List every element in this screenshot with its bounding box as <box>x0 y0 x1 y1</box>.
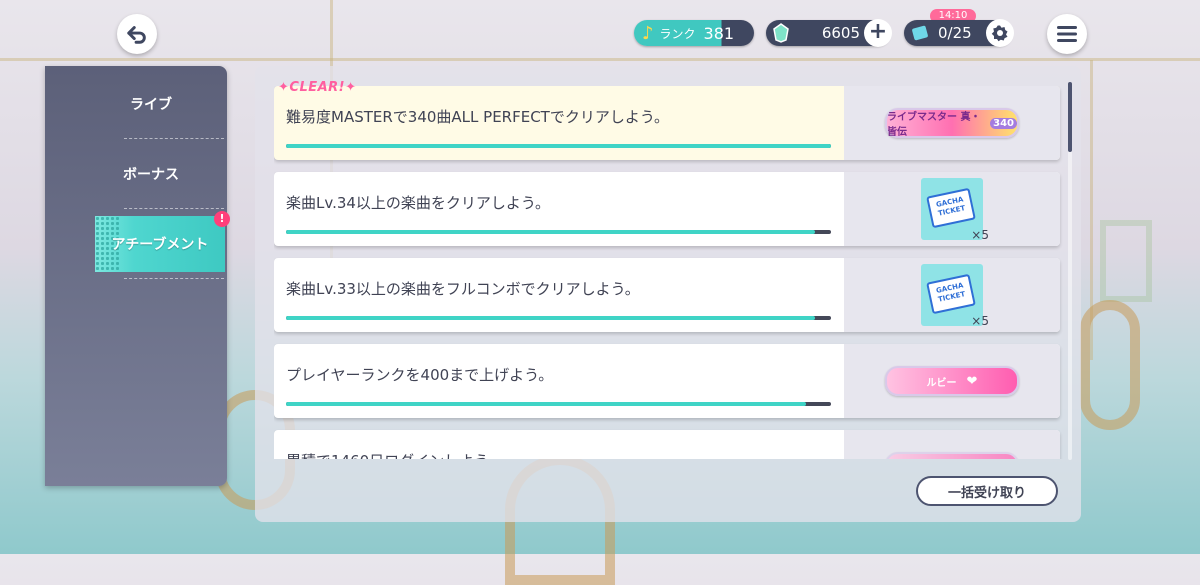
sidebar-item-achievement[interactable]: アチーブメント <box>95 216 225 272</box>
music-note-icon: ♪ <box>642 22 654 44</box>
progress-bar <box>286 144 831 148</box>
rank-label: ランク <box>659 26 696 41</box>
clear-label: CLEAR! <box>289 80 346 95</box>
progress-fill <box>286 144 831 148</box>
crystal-display: 6605 + <box>766 19 892 47</box>
reward-badge <box>885 452 1019 459</box>
claim-all-label: 一括受け取り <box>947 485 1026 501</box>
mission-row[interactable]: プレイヤーランクを400まで上げよう。 ルビー ❤ <box>274 344 1060 418</box>
reward-count: ×5 <box>971 228 989 242</box>
alert-badge: ! <box>214 211 230 227</box>
mission-row[interactable]: 累積で1460日ログインしよう。 <box>274 430 1060 459</box>
progress-fill <box>286 402 807 406</box>
settings-button[interactable] <box>986 19 1014 47</box>
claim-all-button[interactable]: 一括受け取り <box>916 476 1058 506</box>
progress-bar <box>286 316 831 320</box>
ticket-icon <box>912 25 928 41</box>
gear-icon <box>991 25 1008 42</box>
sidebar-item-label: ボーナス <box>123 167 179 183</box>
mission-list: 難易度MASTERで340曲ALL PERFECTでクリアしよう。 ライブマスタ… <box>274 86 1064 459</box>
divider <box>124 278 224 279</box>
hamburger-menu-icon <box>1057 26 1077 42</box>
clear-tag: ✦CLEAR!✦ <box>278 80 357 95</box>
plus-icon: + <box>868 19 888 44</box>
reward-count: ×5 <box>971 314 989 328</box>
mission-text: 難易度MASTERで340曲ALL PERFECTでクリアしよう。 <box>286 108 669 126</box>
crystal-count: 6605 <box>821 24 860 42</box>
reward-slot: GACHA TICKET ×5 <box>844 258 1060 332</box>
ticket-card: GACHA TICKET <box>926 187 976 229</box>
sidebar-item-label: アチーブメント <box>111 237 209 253</box>
rank-display: ♪ ランク 381 <box>634 20 754 46</box>
reward-slot: GACHA TICKET ×5 <box>844 172 1060 246</box>
back-button[interactable] <box>117 14 157 54</box>
mission-text: 楽曲Lv.33以上の楽曲をフルコンボでクリアしよう。 <box>286 280 640 298</box>
sidebar-item-live[interactable]: ライブ <box>80 78 222 130</box>
ticket-display: 0/25 <box>904 19 1014 47</box>
back-arrow-icon <box>127 26 146 44</box>
badge-sub: 340 <box>990 117 1017 129</box>
reward-badge: ライブマスター 真・皆伝 340 <box>885 108 1019 138</box>
divider <box>124 138 224 139</box>
mission-text: プレイヤーランクを400まで上げよう。 <box>286 366 554 384</box>
scrollbar-thumb[interactable] <box>1068 82 1072 152</box>
divider <box>124 208 224 209</box>
progress-fill <box>286 316 815 320</box>
badge-label: ルビー <box>926 377 957 389</box>
mission-row[interactable]: 楽曲Lv.34以上の楽曲をクリアしよう。 GACHA TICKET ×5 <box>274 172 1060 246</box>
add-crystal-button[interactable]: + <box>864 19 892 47</box>
mission-text: 累積で1460日ログインしよう。 <box>286 450 503 459</box>
heart-icon: ❤ <box>966 373 978 389</box>
sidebar-item-label: ライブ <box>130 97 172 113</box>
gacha-ticket-icon: GACHA TICKET ×5 <box>921 178 989 242</box>
badge-label: ライブマスター 真・皆伝 <box>887 112 981 138</box>
mission-row[interactable]: 楽曲Lv.33以上の楽曲をフルコンボでクリアしよう。 GACHA TICKET … <box>274 258 1060 332</box>
rank-value: 381 <box>703 23 735 43</box>
ticket-card: GACHA TICKET <box>926 273 976 315</box>
progress-bar <box>286 402 831 406</box>
ticket-count: 0/25 <box>938 24 972 42</box>
mission-text: 楽曲Lv.34以上の楽曲をクリアしよう。 <box>286 194 551 212</box>
sidebar-item-bonus[interactable]: ボーナス <box>80 148 222 200</box>
gacha-ticket-icon: GACHA TICKET ×5 <box>921 264 989 328</box>
menu-button[interactable] <box>1047 14 1087 54</box>
crystal-icon <box>773 23 789 43</box>
reward-slot: ライブマスター 真・皆伝 340 <box>844 86 1060 160</box>
progress-fill <box>286 230 815 234</box>
reward-badge: ルビー ❤ <box>885 366 1019 396</box>
progress-bar <box>286 230 831 234</box>
reward-slot: ルビー ❤ <box>844 344 1060 418</box>
reward-slot <box>844 430 1060 459</box>
mission-row[interactable]: 難易度MASTERで340曲ALL PERFECTでクリアしよう。 ライブマスタ… <box>274 86 1060 160</box>
